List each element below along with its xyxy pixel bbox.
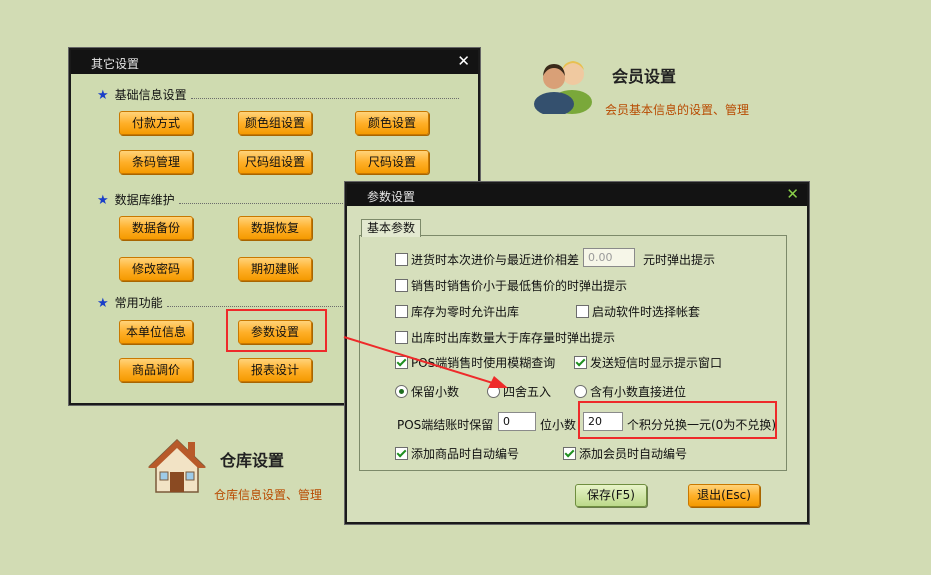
member-settings-subtitle: 会员基本信息的设置、管理 [605, 103, 750, 117]
payment-method-button[interactable]: 付款方式 [119, 111, 193, 135]
star-icon: ★ [97, 296, 109, 311]
color-settings-button[interactable]: 颜色设置 [355, 111, 429, 135]
report-design-button[interactable]: 报表设计 [238, 358, 312, 382]
carry-radio[interactable] [574, 385, 587, 398]
parameter-settings-window: 参数设置 ✕ 基本参数 进货时本次进价与最近进价相差 0.00 元时弹出提示 销… [345, 182, 809, 524]
points-input[interactable]: 20 [583, 412, 623, 431]
price-diff-checkbox[interactable] [395, 253, 408, 266]
section-common: ★ 常用功能 [97, 296, 163, 311]
price-diff-suffix: 元时弹出提示 [643, 253, 716, 267]
points-suffix: 个积分兑换一元(0为不兑换) [627, 418, 776, 432]
other-settings-titlebar[interactable]: 其它设置 ✕ [71, 50, 478, 74]
price-diff-input[interactable]: 0.00 [583, 248, 635, 267]
divider [179, 203, 351, 204]
warehouse-settings-title[interactable]: 仓库设置 [220, 447, 284, 471]
change-password-button[interactable]: 修改密码 [119, 257, 193, 281]
radio-carry[interactable]: 含有小数直接进位 [574, 383, 686, 400]
fuzzy-search-checkbox[interactable] [395, 356, 408, 369]
exit-button[interactable]: 退出(Esc) [688, 484, 760, 507]
parameter-settings-titlebar[interactable]: 参数设置 ✕ [347, 184, 807, 206]
select-account-checkbox[interactable] [576, 305, 589, 318]
barcode-button[interactable]: 条码管理 [119, 150, 193, 174]
opt-sms-prompt[interactable]: 发送短信时显示提示窗口 [574, 354, 722, 371]
size-group-button[interactable]: 尺码组设置 [238, 150, 312, 174]
pos-decimal-input[interactable]: 0 [498, 412, 536, 431]
save-button[interactable]: 保存(F5) [575, 484, 647, 507]
basic-params-panel [359, 235, 787, 471]
size-settings-button[interactable]: 尺码设置 [355, 150, 429, 174]
opt-fuzzy-search[interactable]: POS端销售时使用模糊查询 [395, 354, 555, 371]
color-group-button[interactable]: 颜色组设置 [238, 111, 312, 135]
opt-auto-member-no[interactable]: 添加会员时自动编号 [563, 445, 687, 462]
zero-stock-checkbox[interactable] [395, 305, 408, 318]
parameter-settings-button[interactable]: 参数设置 [238, 320, 312, 344]
opt-min-price[interactable]: 销售时销售价小于最低售价的时弹出提示 [395, 277, 627, 294]
radio-keep-decimal[interactable]: 保留小数 [395, 383, 459, 400]
pos-decimal-label: POS端结账时保留 [397, 418, 494, 432]
section-basic-info: ★ 基础信息设置 [97, 88, 187, 103]
divider [191, 98, 459, 99]
auto-goods-no-checkbox[interactable] [395, 447, 408, 460]
opt-select-account[interactable]: 启动软件时选择帐套 [576, 303, 700, 320]
opt-auto-goods-no[interactable]: 添加商品时自动编号 [395, 445, 519, 462]
users-icon[interactable] [530, 52, 596, 114]
parameter-settings-title: 参数设置 [367, 190, 416, 204]
backup-button[interactable]: 数据备份 [119, 216, 193, 240]
sms-prompt-checkbox[interactable] [574, 356, 587, 369]
exceed-stock-checkbox[interactable] [395, 331, 408, 344]
close-icon[interactable]: ✕ [786, 185, 799, 203]
auto-member-no-checkbox[interactable] [563, 447, 576, 460]
min-price-checkbox[interactable] [395, 279, 408, 292]
star-icon: ★ [97, 88, 109, 103]
member-settings-title[interactable]: 会员设置 [612, 63, 676, 87]
restore-button[interactable]: 数据恢复 [238, 216, 312, 240]
warehouse-settings-subtitle: 仓库信息设置、管理 [214, 488, 323, 502]
house-icon[interactable] [148, 436, 206, 496]
price-adjust-button[interactable]: 商品调价 [119, 358, 193, 382]
pos-decimal-suffix: 位小数 [540, 418, 577, 432]
opt-exceed-stock[interactable]: 出库时出库数量大于库存量时弹出提示 [395, 329, 615, 346]
section-database: ★ 数据库维护 [97, 193, 175, 208]
radio-round[interactable]: 四舍五入 [487, 383, 551, 400]
keep-decimal-radio[interactable] [395, 385, 408, 398]
opt-price-diff[interactable]: 进货时本次进价与最近进价相差 [395, 251, 579, 268]
opt-zero-stock[interactable]: 库存为零时允许出库 [395, 303, 519, 320]
close-icon[interactable]: ✕ [457, 52, 470, 70]
other-settings-title: 其它设置 [91, 57, 140, 71]
round-radio[interactable] [487, 385, 500, 398]
company-info-button[interactable]: 本单位信息 [119, 320, 193, 344]
tab-basic-params[interactable]: 基本参数 [361, 219, 422, 237]
star-icon: ★ [97, 193, 109, 208]
opening-account-button[interactable]: 期初建账 [238, 257, 312, 281]
divider [167, 306, 347, 307]
